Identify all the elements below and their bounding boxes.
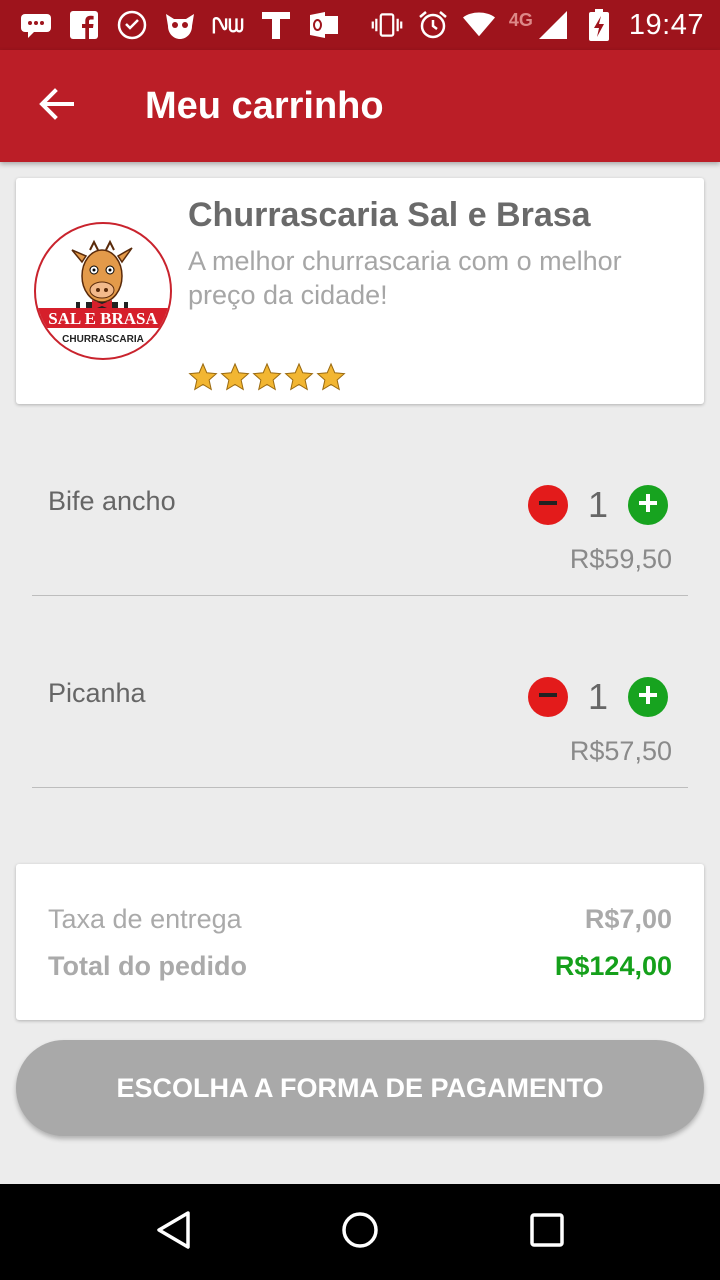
rating-stars <box>188 362 346 392</box>
quantity-stepper: 1 <box>528 676 668 718</box>
facebook-icon <box>68 9 100 41</box>
circle-home-icon <box>341 1211 379 1254</box>
nav-home-button[interactable] <box>320 1192 400 1272</box>
chat-icon <box>20 9 52 41</box>
delivery-fee-label: Taxa de entrega <box>48 904 242 934</box>
system-status: 4G 19:47 <box>371 9 704 42</box>
item-quantity: 1 <box>587 484 609 525</box>
logo-sub-text: CHURRASCARIA <box>62 334 144 345</box>
minus-icon <box>537 492 559 519</box>
outlook-icon <box>308 9 340 41</box>
network-type-label: 4G <box>508 9 533 30</box>
item-quantity: 1 <box>587 676 609 717</box>
plus-icon <box>637 684 659 711</box>
triangle-back-icon <box>155 1210 191 1255</box>
restaurant-card[interactable]: SAL E BRASA CHURRASCARIA Churrascaria Sa… <box>16 178 704 404</box>
decrease-quantity-button[interactable] <box>528 677 568 717</box>
order-total-label: Total do pedido <box>48 951 247 981</box>
owl-icon <box>164 9 196 41</box>
back-button[interactable] <box>0 50 112 162</box>
logo-main-text: SAL E BRASA <box>48 309 158 328</box>
order-total-value: R$124,00 <box>554 951 672 981</box>
alarm-icon <box>417 9 449 41</box>
item-name: Bife ancho <box>48 486 176 516</box>
restaurant-logo: SAL E BRASA CHURRASCARIA <box>34 222 172 360</box>
item-name: Picanha <box>48 678 146 708</box>
item-price: R$57,50 <box>569 736 672 766</box>
restaurant-name: Churrascaria Sal e Brasa <box>188 196 591 234</box>
plus-icon <box>637 492 659 519</box>
notification-icons <box>20 9 340 41</box>
star-icon <box>220 362 250 392</box>
nav-back-button[interactable] <box>133 1192 213 1272</box>
star-icon <box>284 362 314 392</box>
signal-icon <box>537 9 569 41</box>
order-total-row: Total do pedido R$124,00 <box>48 951 672 982</box>
clock-time: 19:47 <box>628 8 704 41</box>
choose-payment-button[interactable]: ESCOLHA A FORMA DE PAGAMENTO <box>16 1040 704 1136</box>
square-recents-icon <box>529 1212 564 1252</box>
app-bar: Meu carrinho <box>0 50 720 162</box>
star-icon <box>252 362 282 392</box>
item-price: R$59,50 <box>569 544 672 574</box>
t-icon <box>260 9 292 41</box>
decrease-quantity-button[interactable] <box>528 485 568 525</box>
cart-item: Picanha 1 R$57,50 <box>32 596 688 788</box>
order-summary: Taxa de entrega R$7,00 Total do pedido R… <box>16 864 704 1020</box>
increase-quantity-button[interactable] <box>628 677 668 717</box>
increase-quantity-button[interactable] <box>628 485 668 525</box>
battery-charging-icon <box>583 9 615 41</box>
page-title: Meu carrinho <box>145 84 384 127</box>
arrow-back-icon <box>38 87 74 125</box>
star-icon <box>188 362 218 392</box>
wifi-icon <box>462 9 495 41</box>
status-bar: 4G 19:47 <box>0 0 720 50</box>
navigation-bar <box>0 1184 720 1280</box>
delivery-fee-value: R$7,00 <box>584 904 672 934</box>
restaurant-description: A melhor churrascaria com o melhor preço… <box>188 246 622 310</box>
cart-item: Bife ancho 1 R$59,50 <box>32 404 688 596</box>
delivery-fee-row: Taxa de entrega R$7,00 <box>48 904 672 935</box>
star-icon <box>316 362 346 392</box>
quantity-stepper: 1 <box>528 484 668 526</box>
nav-recents-button[interactable] <box>507 1192 587 1272</box>
minus-icon <box>537 684 559 711</box>
clock-face-icon <box>116 9 148 41</box>
vibrate-icon <box>371 9 403 41</box>
nubank-icon <box>212 9 244 41</box>
